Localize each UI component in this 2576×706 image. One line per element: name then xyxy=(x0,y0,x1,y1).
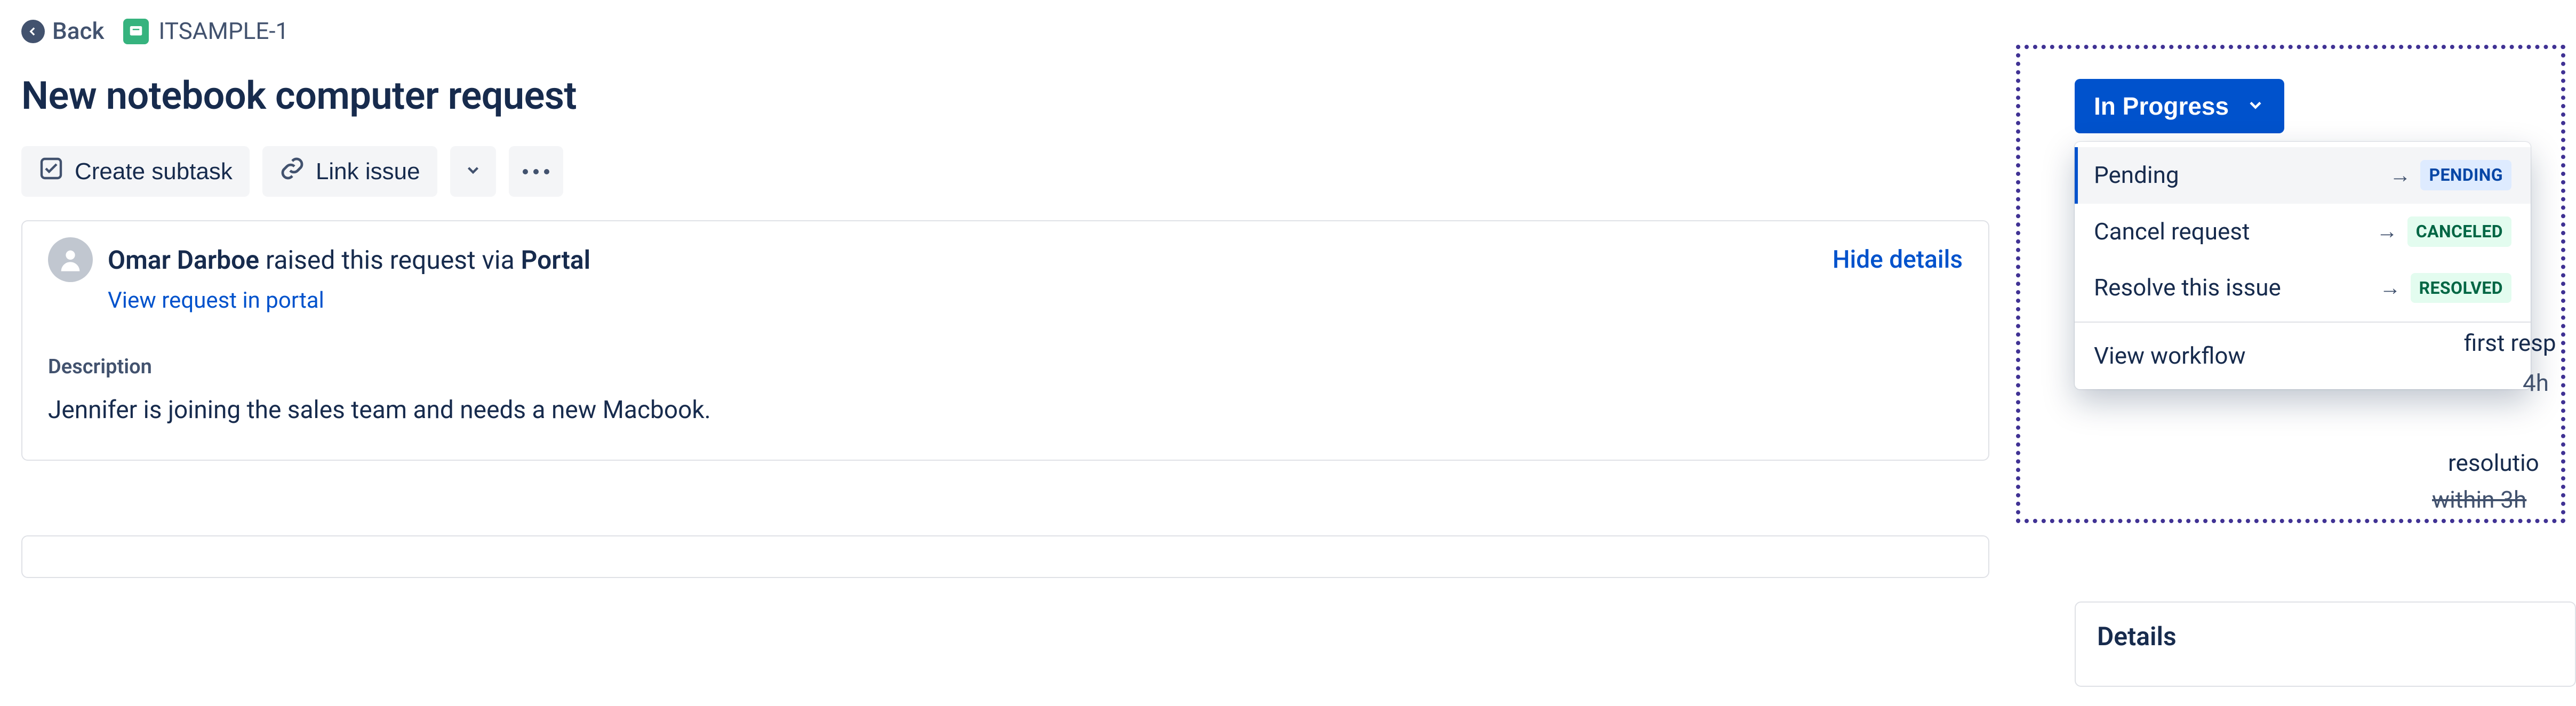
transition-resolve-issue[interactable]: Resolve this issue → RESOLVED xyxy=(2075,260,2531,316)
chevron-down-icon xyxy=(464,158,482,185)
description-label: Description xyxy=(48,353,1963,381)
hide-details-link[interactable]: Hide details xyxy=(1833,243,1963,277)
request-panel: Omar Darboe raised this request via Port… xyxy=(21,220,1989,460)
link-issue-label: Link issue xyxy=(316,158,420,185)
status-dropdown-menu: Pending → PENDING Cancel request → CANCE… xyxy=(2075,142,2531,389)
status-lozenge: CANCELED xyxy=(2407,216,2511,247)
view-workflow-link[interactable]: View workflow xyxy=(2075,328,2531,384)
page-title: New notebook computer request xyxy=(21,69,1989,123)
avatar xyxy=(48,237,93,282)
transition-label: Pending xyxy=(2094,159,2179,192)
back-label: Back xyxy=(52,15,104,48)
more-actions-button[interactable] xyxy=(509,146,563,197)
status-dropdown-button[interactable]: In Progress xyxy=(2075,79,2284,133)
sla-resolution-time: within 3h xyxy=(2432,484,2576,517)
link-issue-more-button[interactable] xyxy=(450,146,496,197)
arrow-right-icon: → xyxy=(2389,161,2411,190)
request-origin-text: Omar Darboe raised this request via Port… xyxy=(108,242,590,278)
status-lozenge: RESOLVED xyxy=(2411,273,2511,303)
view-in-portal-link[interactable]: View request in portal xyxy=(108,285,324,317)
status-lozenge: PENDING xyxy=(2420,160,2511,190)
request-channel: Portal xyxy=(521,245,590,275)
transition-label: Resolve this issue xyxy=(2094,271,2281,304)
secondary-panel xyxy=(21,535,1989,578)
link-issue-button[interactable]: Link issue xyxy=(262,146,437,197)
reporter-name[interactable]: Omar Darboe xyxy=(108,245,259,275)
more-icon xyxy=(523,169,549,174)
create-subtask-label: Create subtask xyxy=(75,158,233,185)
back-link[interactable]: Back xyxy=(21,15,104,48)
service-request-icon xyxy=(123,19,149,44)
arrow-right-icon: → xyxy=(2380,273,2401,303)
breadcrumb: Back ITSAMPLE-1 xyxy=(21,15,1989,48)
details-header: Details xyxy=(2097,621,2177,652)
transition-pending[interactable]: Pending → PENDING xyxy=(2075,147,2531,204)
subtask-icon xyxy=(38,156,64,187)
sla-resolution-label: resolutio xyxy=(2448,447,2576,480)
arrow-left-circle-icon xyxy=(21,20,45,43)
sla-first-response-time: 4h xyxy=(2523,367,2576,400)
create-subtask-button[interactable]: Create subtask xyxy=(21,146,250,197)
side-column: In Progress Pending → PENDING Cancel req… xyxy=(1989,15,2555,578)
transition-cancel-request[interactable]: Cancel request → CANCELED xyxy=(2075,204,2531,260)
issue-key: ITSAMPLE-1 xyxy=(158,15,289,48)
chevron-down-icon xyxy=(2246,92,2265,121)
divider xyxy=(2075,322,2531,323)
sla-first-response-label: first resp xyxy=(2464,327,2576,360)
transition-label: Cancel request xyxy=(2094,215,2250,248)
toolbar: Create subtask Link issue xyxy=(21,146,1989,197)
issue-key-link[interactable]: ITSAMPLE-1 xyxy=(123,15,289,48)
description-text: Jennifer is joining the sales team and n… xyxy=(48,393,1963,427)
status-current-label: In Progress xyxy=(2094,92,2229,121)
link-icon xyxy=(279,156,305,187)
arrow-right-icon: → xyxy=(2377,216,2398,246)
details-panel[interactable]: Details xyxy=(2075,601,2576,687)
